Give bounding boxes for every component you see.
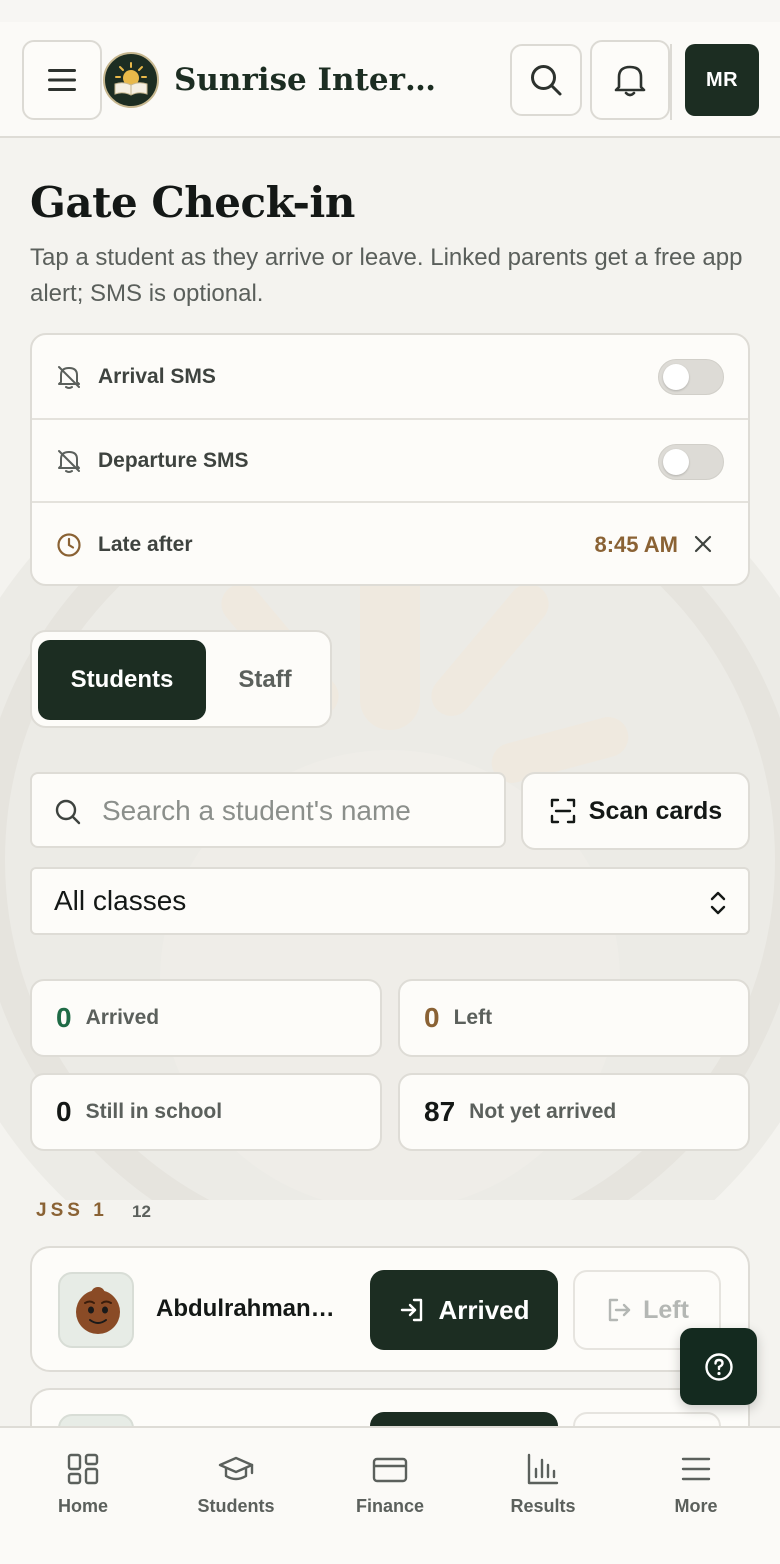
class-group-label: JSS 1 [36, 1200, 108, 1221]
stat-arrived-label: Arrived [85, 1006, 160, 1029]
stat-not-yet-arrived: 87 Not yet arrived [398, 1073, 750, 1151]
departure-sms-label: Departure SMS [98, 448, 249, 472]
late-after-row: Late after 8:45 AM [32, 501, 748, 584]
nav-home[interactable]: Home [13, 1452, 153, 1542]
school-name: Sunrise Interna… [174, 62, 454, 98]
stat-arrived-count: 0 [56, 1002, 72, 1033]
user-avatar-button[interactable]: MR [685, 44, 759, 116]
stat-arrived: 0 Arrived [30, 979, 382, 1057]
stat-not-yet-arrived-count: 87 [424, 1096, 456, 1127]
student-name: Abdulrahman… [156, 1295, 335, 1322]
school-logo [103, 52, 159, 108]
student-avatar [58, 1272, 134, 1348]
help-button[interactable] [680, 1328, 757, 1405]
student-search-box [30, 772, 506, 848]
header-divider [670, 44, 672, 120]
bell-icon [614, 65, 646, 97]
nav-home-label: Home [57, 1496, 108, 1516]
nav-results[interactable]: Results [473, 1452, 613, 1542]
class-filter-select[interactable]: All classes [30, 867, 750, 935]
sms-settings-card: Arrival SMS Departure SMS Late after 8:4… [30, 333, 750, 586]
app-header: Sunrise Interna… MR [0, 22, 780, 138]
nav-students[interactable]: Students [166, 1452, 306, 1542]
nav-finance-label: Finance [355, 1496, 425, 1516]
log-in-icon [401, 1298, 423, 1322]
chevron-up-down-icon [710, 891, 726, 915]
header-search-button[interactable] [510, 44, 582, 116]
stat-not-yet-arrived-label: Not yet arrived [469, 1100, 617, 1123]
student-search-input[interactable] [102, 784, 492, 838]
class-group-count: 12 [132, 1202, 151, 1221]
student-row: Abdulrahman… Arrived Left [30, 1246, 750, 1372]
stat-still-in-school-label: Still in school [85, 1100, 223, 1123]
page-subtitle: Tap a student as they arrive or leave. L… [30, 244, 743, 307]
mark-arrived-button[interactable]: Arrived [370, 1270, 558, 1350]
scan-cards-button[interactable]: Scan cards [521, 772, 750, 850]
scan-icon [550, 798, 575, 824]
stat-still-in-school-count: 0 [56, 1096, 72, 1127]
status-strip [0, 0, 780, 22]
bell-off-icon [58, 365, 80, 389]
bar-chart-icon [527, 1453, 559, 1485]
stat-left-count: 0 [424, 1002, 440, 1033]
departure-sms-toggle[interactable] [658, 444, 724, 480]
arrival-sms-label: Arrival SMS [98, 364, 216, 388]
hamburger-icon [48, 69, 76, 91]
class-filter-value: All classes [54, 885, 187, 916]
bell-off-icon [58, 449, 80, 473]
tab-students[interactable]: Students [38, 640, 206, 720]
people-type-toggle: Students Staff [30, 630, 332, 728]
notifications-button[interactable] [590, 40, 670, 120]
search-icon [531, 65, 562, 96]
close-icon[interactable] [692, 533, 714, 555]
tab-staff[interactable]: Staff [212, 640, 318, 720]
grid-icon [67, 1453, 99, 1485]
menu-icon [681, 1457, 711, 1481]
stat-left-label: Left [453, 1006, 493, 1029]
arrival-sms-toggle[interactable] [658, 359, 724, 395]
student-avatar-illustration [76, 1287, 120, 1334]
nav-results-label: Results [510, 1496, 576, 1516]
menu-button[interactable] [22, 40, 102, 120]
log-out-icon [608, 1298, 631, 1322]
mark-arrived-label: Arrived [438, 1294, 530, 1325]
arrival-sms-row: Arrival SMS [32, 335, 748, 418]
page-title: Gate Check-in [30, 178, 355, 227]
search-icon [55, 799, 81, 825]
mark-left-label: Left [643, 1295, 689, 1324]
credit-card-icon [372, 1457, 408, 1483]
graduation-cap-icon [218, 1456, 254, 1481]
stat-still-in-school: 0 Still in school [30, 1073, 382, 1151]
bottom-navigation: Home Students Finance Results More [0, 1426, 780, 1564]
clock-icon [57, 532, 81, 557]
nav-more[interactable]: More [626, 1452, 766, 1542]
late-after-time[interactable]: 8:45 AM [594, 503, 678, 584]
help-icon [704, 1352, 733, 1381]
stat-left: 0 Left [398, 979, 750, 1057]
late-after-label: Late after [98, 532, 193, 556]
scan-cards-label: Scan cards [588, 796, 723, 825]
nav-more-label: More [674, 1496, 718, 1516]
departure-sms-row: Departure SMS [32, 418, 748, 501]
nav-students-label: Students [197, 1496, 275, 1516]
nav-finance[interactable]: Finance [320, 1452, 460, 1542]
